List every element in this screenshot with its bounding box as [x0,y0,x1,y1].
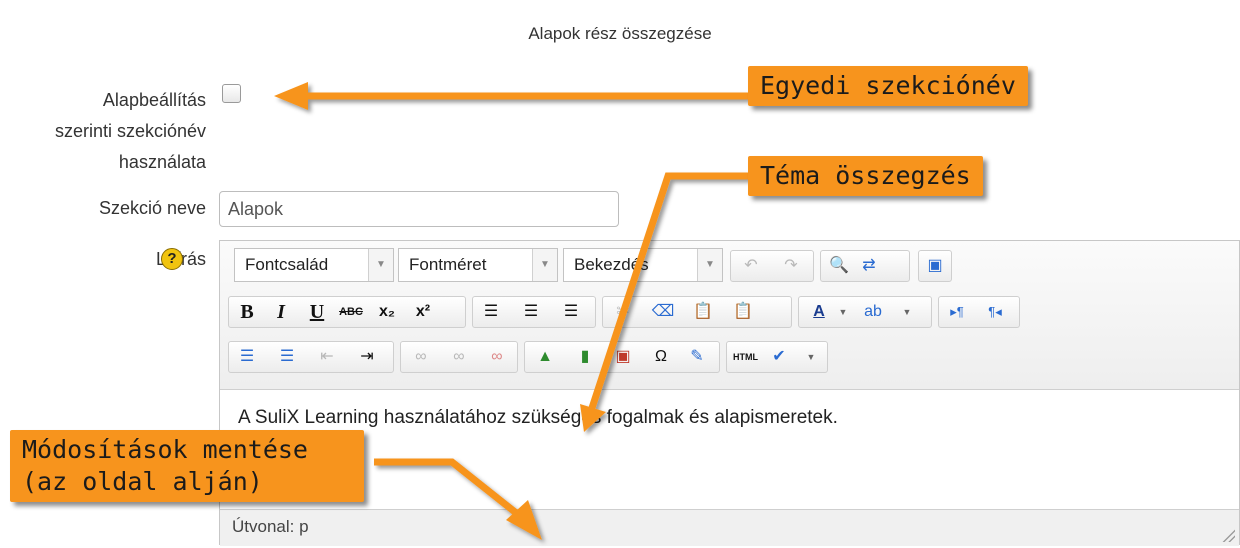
callout-topic-summary: Téma összegzés [748,156,983,196]
arrow-topic-summary [588,172,760,410]
arrow-save-changes [374,458,523,519]
callout-save-changes: Módosítások mentése (az oldal alján) [10,430,364,502]
callout-custom-name: Egyedi szekciónév [748,66,1028,106]
